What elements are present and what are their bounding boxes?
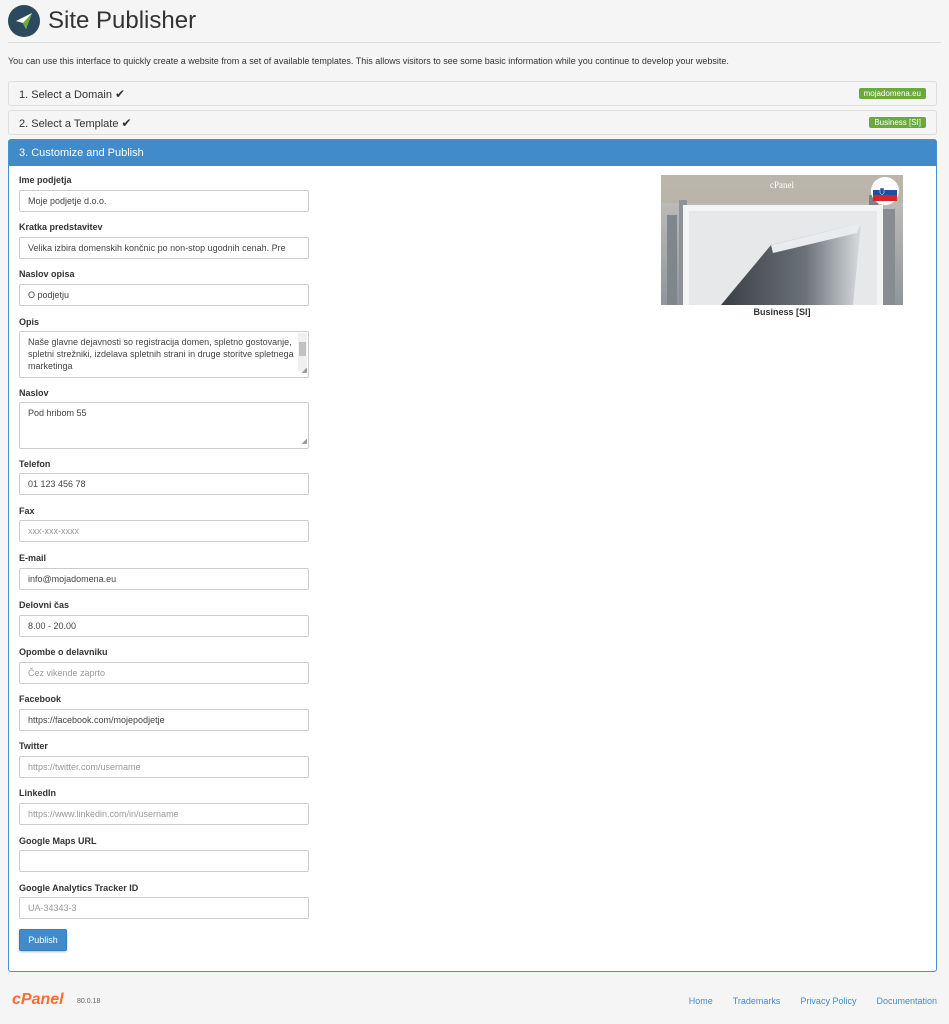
short-intro-input[interactable]: Velika izbira domenskih končnic po non-s… bbox=[19, 237, 309, 259]
hours-label: Delovni čas bbox=[19, 600, 70, 610]
maps-label: Google Maps URL bbox=[19, 836, 97, 846]
analytics-input[interactable]: UA-34343-3 bbox=[19, 897, 309, 919]
description-text: Naše glavne dejavnosti so registracija d… bbox=[28, 337, 294, 371]
twitter-input[interactable]: https://twitter.com/username bbox=[19, 756, 309, 778]
email-input[interactable]: info@mojadomena.eu bbox=[19, 568, 309, 590]
description-textarea[interactable]: Naše glavne dejavnosti so registracija d… bbox=[19, 331, 309, 378]
address-label: Naslov bbox=[19, 388, 49, 398]
resize-grip-icon[interactable]: ◢ bbox=[302, 365, 307, 377]
description-label: Opis bbox=[19, 317, 40, 327]
domain-badge: mojadomena.eu bbox=[858, 88, 926, 99]
address-textarea[interactable]: Pod hribom 55 ◢ bbox=[19, 402, 309, 449]
twitter-label: Twitter bbox=[19, 741, 48, 751]
intro-text: You can use this interface to quickly cr… bbox=[8, 56, 729, 66]
analytics-label: Google Analytics Tracker ID bbox=[19, 883, 139, 893]
hours-input[interactable]: 8.00 - 20.00 bbox=[19, 615, 309, 637]
paper-plane-icon bbox=[8, 5, 40, 37]
page-header: Site Publisher bbox=[8, 4, 196, 38]
fax-label: Fax bbox=[19, 506, 35, 516]
template-preview-image[interactable]: cPanel bbox=[661, 175, 903, 305]
fax-input[interactable]: xxx-xxx-xxxx bbox=[19, 520, 309, 542]
step-select-template[interactable]: 2. Select a Template ✔ Business [SI] bbox=[8, 110, 937, 135]
email-label: E-mail bbox=[19, 553, 47, 563]
preview-brand: cPanel bbox=[770, 180, 794, 190]
phone-label: Telefon bbox=[19, 459, 51, 469]
customize-panel: 3. Customize and Publish Ime podjetja Mo… bbox=[8, 139, 937, 972]
step-label: 1. Select a Domain bbox=[19, 88, 112, 101]
footer-link-documentation[interactable]: Documentation bbox=[876, 996, 937, 1006]
short-intro-label: Kratka predstavitev bbox=[19, 222, 103, 232]
company-name-input[interactable]: Moje podjetje d.o.o. bbox=[19, 190, 309, 212]
desc-title-label: Naslov opisa bbox=[19, 269, 75, 279]
checkmark-icon: ✔ bbox=[114, 86, 125, 101]
desc-title-input[interactable]: O podjetju bbox=[19, 284, 309, 306]
facebook-input[interactable]: https://facebook.com/mojepodjetje bbox=[19, 709, 309, 731]
panel-heading: 3. Customize and Publish bbox=[9, 140, 936, 166]
company-name-label: Ime podjetja bbox=[19, 175, 72, 185]
footer-link-privacy[interactable]: Privacy Policy bbox=[800, 996, 856, 1006]
facebook-label: Facebook bbox=[19, 694, 62, 704]
step-label: 2. Select a Template bbox=[19, 117, 119, 130]
hours-note-input[interactable]: Čez vikende zaprto bbox=[19, 662, 309, 684]
publish-button[interactable]: Publish bbox=[19, 929, 67, 951]
step-select-domain[interactable]: 1. Select a Domain ✔ mojadomena.eu bbox=[8, 81, 937, 106]
linkedin-input[interactable]: https://www.linkedin.com/in/username bbox=[19, 803, 309, 825]
page-title: Site Publisher bbox=[48, 7, 197, 34]
title-divider bbox=[8, 42, 941, 43]
cpanel-logo: cPanel bbox=[12, 991, 64, 1008]
version-text: 80.0.18 bbox=[77, 998, 101, 1005]
template-badge: Business [SI] bbox=[869, 117, 926, 128]
preview-caption: Business [SI] bbox=[753, 307, 811, 317]
scroll-thumb[interactable] bbox=[299, 342, 306, 356]
maps-input[interactable] bbox=[19, 850, 309, 872]
checkmark-icon: ✔ bbox=[121, 115, 132, 130]
hours-note-label: Opombe o delavniku bbox=[19, 647, 108, 657]
linkedin-label: LinkedIn bbox=[19, 788, 57, 798]
resize-grip-icon[interactable]: ◢ bbox=[302, 436, 307, 448]
address-text: Pod hribom 55 bbox=[28, 408, 87, 418]
footer-link-home[interactable]: Home bbox=[689, 996, 713, 1006]
footer-link-trademarks[interactable]: Trademarks bbox=[733, 996, 781, 1006]
footer-links: Home Trademarks Privacy Policy Documenta… bbox=[689, 996, 937, 1006]
phone-input[interactable]: 01 123 456 78 bbox=[19, 473, 309, 495]
